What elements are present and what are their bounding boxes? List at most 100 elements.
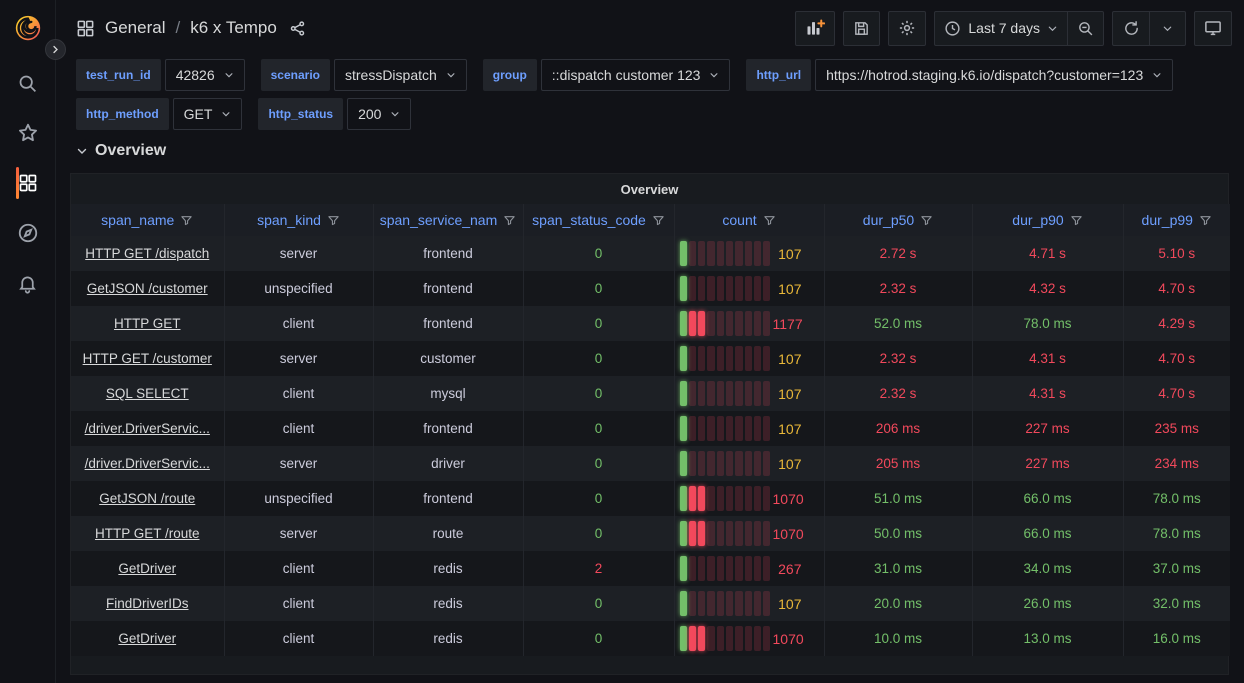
gauge-segment — [735, 346, 742, 371]
save-dashboard-button[interactable] — [843, 11, 880, 46]
filter-icon[interactable] — [1070, 214, 1083, 227]
grafana-logo[interactable] — [13, 13, 43, 43]
span-name-link[interactable]: HTTP GET /route — [95, 526, 200, 541]
gauge-segment — [763, 591, 770, 616]
dashboard-settings-button[interactable] — [888, 11, 926, 46]
zoom-out-button[interactable] — [1067, 11, 1104, 46]
share-dashboard-button[interactable] — [289, 20, 306, 37]
table-row: GetJSON /route unspecified frontend 0 10… — [71, 481, 1230, 516]
column-header[interactable]: span_status_code — [523, 204, 674, 236]
cell-span-name: /driver.DriverServic... — [71, 446, 224, 481]
span-name-link[interactable]: HTTP GET — [114, 316, 181, 331]
cell-count: 1177 — [674, 306, 824, 341]
cell-span-status-code: 0 — [523, 376, 674, 411]
cell-span-name: HTTP GET /dispatch — [71, 236, 224, 271]
span-name-link[interactable]: GetJSON /route — [99, 491, 195, 506]
panel-title[interactable]: Overview — [71, 174, 1228, 204]
column-header[interactable]: dur_p99 — [1123, 204, 1230, 236]
variable-value-dropdown[interactable]: 200 — [347, 98, 411, 130]
span-name-link[interactable]: GetJSON /customer — [87, 281, 208, 296]
span-name-link[interactable]: GetDriver — [118, 631, 176, 646]
time-range-picker[interactable]: Last 7 days — [934, 11, 1067, 46]
cell-span-status-code: 0 — [523, 446, 674, 481]
cell-span-kind: client — [224, 411, 373, 446]
cycle-view-button[interactable] — [1194, 11, 1232, 46]
column-header[interactable]: count — [674, 204, 824, 236]
cell-dur-p50: 2.32 s — [824, 341, 972, 376]
cell-span-kind: unspecified — [224, 481, 373, 516]
table-row: /driver.DriverServic... client frontend … — [71, 411, 1230, 446]
table-row: GetDriver client redis 2 267 31.0 ms 34.… — [71, 551, 1230, 586]
span-name-link[interactable]: FindDriverIDs — [106, 596, 189, 611]
span-name-link[interactable]: /driver.DriverServic... — [85, 456, 210, 471]
gauge-segment — [726, 346, 733, 371]
refresh-interval-dropdown[interactable] — [1149, 11, 1186, 46]
sidebar-item-explore[interactable] — [0, 221, 55, 245]
variable-value-dropdown[interactable]: https://hotrod.staging.k6.io/dispatch?cu… — [815, 59, 1173, 91]
column-header[interactable]: span_kind — [224, 204, 373, 236]
count-bar-gauge — [680, 451, 773, 476]
cell-dur-p90: 227 ms — [972, 446, 1123, 481]
span-name-link[interactable]: HTTP GET /customer — [83, 351, 212, 366]
sidebar-item-starred[interactable] — [0, 121, 55, 145]
variable-value-dropdown[interactable]: stressDispatch — [334, 59, 467, 91]
cell-dur-p50: 50.0 ms — [824, 516, 972, 551]
gauge-segment — [726, 556, 733, 581]
cell-span-name: GetJSON /customer — [71, 271, 224, 306]
gauge-segment — [763, 626, 770, 651]
cell-span-status-code: 0 — [523, 411, 674, 446]
row-section-overview[interactable]: Overview — [76, 142, 1244, 160]
sidebar-item-search[interactable] — [0, 71, 55, 95]
filter-icon[interactable] — [503, 214, 516, 227]
gauge-segment — [707, 451, 714, 476]
filter-icon[interactable] — [763, 214, 776, 227]
sidebar-item-alerting[interactable] — [0, 271, 55, 295]
gauge-segment — [754, 591, 761, 616]
count-bar-gauge — [680, 241, 773, 266]
span-name-link[interactable]: /driver.DriverServic... — [85, 421, 210, 436]
span-name-link[interactable]: GetDriver — [118, 561, 176, 576]
gauge-segment — [763, 346, 770, 371]
monitor-icon — [1204, 19, 1222, 37]
gauge-segment — [707, 346, 714, 371]
gauge-segment — [707, 521, 714, 546]
filter-icon[interactable] — [920, 214, 933, 227]
cell-count: 1070 — [674, 621, 824, 656]
filter-icon[interactable] — [652, 214, 665, 227]
span-name-link[interactable]: HTTP GET /dispatch — [85, 246, 209, 261]
filter-icon[interactable] — [327, 214, 340, 227]
cell-dur-p90: 4.31 s — [972, 341, 1123, 376]
gauge-segment — [698, 276, 705, 301]
gauge-segment — [689, 556, 696, 581]
gauge-segment — [726, 521, 733, 546]
column-header[interactable]: dur_p50 — [824, 204, 972, 236]
gauge-segment — [717, 346, 724, 371]
cell-dur-p50: 52.0 ms — [824, 306, 972, 341]
gauge-segment — [726, 451, 733, 476]
filter-icon[interactable] — [1199, 214, 1212, 227]
variable-value: 42826 — [176, 67, 215, 83]
sidebar-expand-button[interactable] — [45, 39, 66, 60]
column-header[interactable]: span_name — [71, 204, 224, 236]
count-bar-gauge — [680, 381, 773, 406]
cell-span-kind: client — [224, 551, 373, 586]
variable-value-dropdown[interactable]: ::dispatch customer 123 — [541, 59, 731, 91]
cell-span-name: GetJSON /route — [71, 481, 224, 516]
variable-value-dropdown[interactable]: 42826 — [165, 59, 245, 91]
span-name-link[interactable]: SQL SELECT — [106, 386, 189, 401]
nav-sidebar — [0, 0, 56, 683]
breadcrumb-section[interactable]: General — [105, 18, 165, 38]
table-row: HTTP GET client frontend 0 1177 52.0 ms … — [71, 306, 1230, 341]
filter-icon[interactable] — [180, 214, 193, 227]
gauge-segment — [754, 276, 761, 301]
gauge-segment — [735, 626, 742, 651]
sidebar-item-dashboards[interactable] — [0, 171, 55, 195]
column-header-label: count — [722, 212, 756, 228]
add-panel-button[interactable] — [795, 11, 835, 46]
refresh-button[interactable] — [1112, 11, 1149, 46]
column-header[interactable]: span_service_nam — [373, 204, 523, 236]
column-header[interactable]: dur_p90 — [972, 204, 1123, 236]
gauge-segment — [726, 311, 733, 336]
variable-value-dropdown[interactable]: GET — [173, 98, 243, 130]
cell-dur-p99: 4.70 s — [1123, 376, 1230, 411]
